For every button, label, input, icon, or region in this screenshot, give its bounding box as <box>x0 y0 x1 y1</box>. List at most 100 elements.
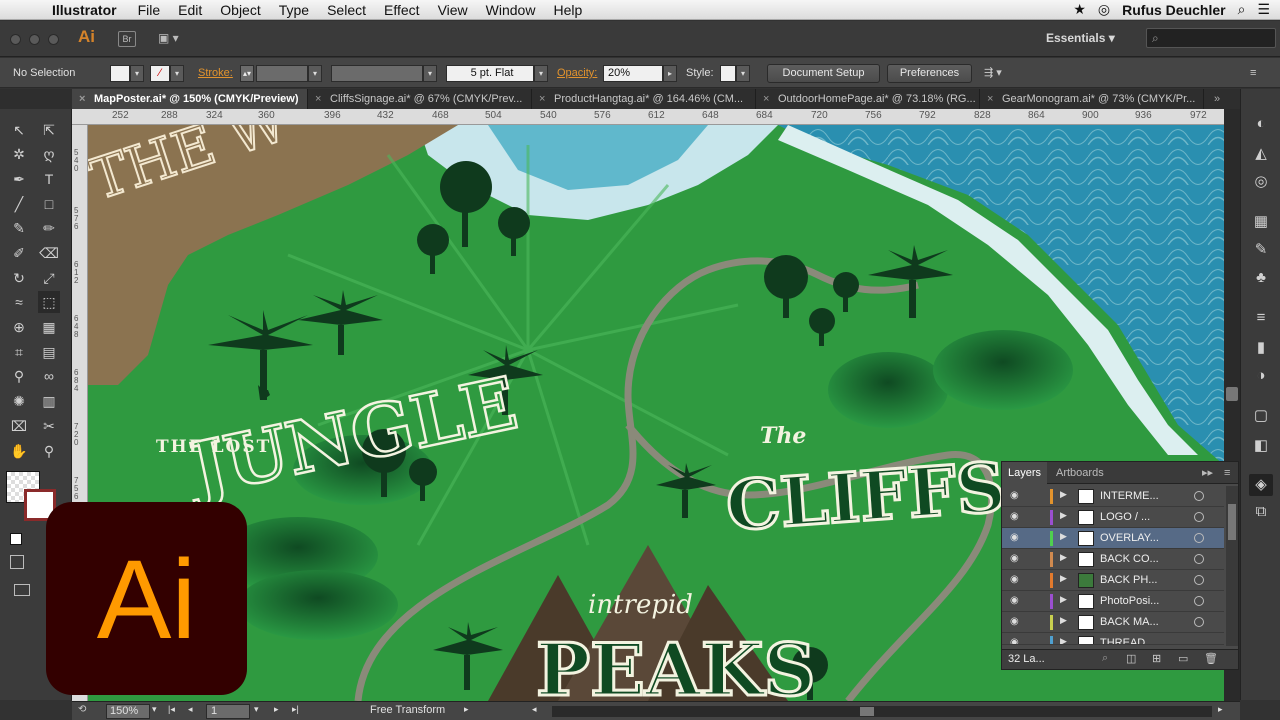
visibility-eye-icon[interactable]: ◉ <box>1010 532 1024 543</box>
menu-app-name[interactable]: Illustrator <box>42 2 129 18</box>
color-guide-icon[interactable]: ◭ <box>1249 143 1273 165</box>
stroke-weight-dropdown[interactable]: ▾ <box>308 65 322 82</box>
artboard-tool-icon[interactable]: ⌧ <box>8 415 30 437</box>
opacity-input[interactable]: 20% <box>603 65 663 82</box>
expand-triangle-icon[interactable]: ▶ <box>1060 594 1067 605</box>
brushes-panel-icon[interactable]: ✎ <box>1249 239 1273 261</box>
status-menu-icon[interactable]: ▸ <box>464 704 469 715</box>
zoom-window-button[interactable] <box>48 34 59 45</box>
scale-tool-icon[interactable]: ⤢ <box>38 267 60 289</box>
tab-artboards[interactable]: Artboards <box>1050 462 1110 484</box>
fill-dropdown[interactable]: ▾ <box>130 65 144 82</box>
expand-triangle-icon[interactable]: ▶ <box>1060 552 1067 563</box>
appearance-panel-icon[interactable]: ▢ <box>1249 405 1273 427</box>
close-tab-icon[interactable]: × <box>987 89 993 109</box>
current-tool-status[interactable]: Free Transform <box>370 704 445 716</box>
minimize-window-button[interactable] <box>29 34 40 45</box>
create-sublayer-icon[interactable]: ⊞ <box>1152 652 1161 665</box>
layer-row[interactable]: ◉ ▶ BACK CO... <box>1002 549 1224 570</box>
menu-effect[interactable]: Effect <box>375 2 429 18</box>
artboard-dropdown-icon[interactable]: ▾ <box>254 704 259 715</box>
scroll-left-icon[interactable]: ◂ <box>532 704 537 715</box>
tab-producthangtag[interactable]: × ProductHangtag.ai* @ 164.46% (CM... <box>532 89 756 109</box>
stroke-weight-stepper[interactable]: ▴▾ <box>240 65 254 82</box>
eyedropper-tool-icon[interactable]: ⚲ <box>8 365 30 387</box>
layer-row[interactable]: ◉ ▶ INTERME... <box>1002 486 1224 507</box>
menu-object[interactable]: Object <box>211 2 269 18</box>
stroke-dropdown[interactable]: ▾ <box>170 65 184 82</box>
menu-window[interactable]: Window <box>477 2 545 18</box>
style-dropdown[interactable]: ▾ <box>736 65 750 82</box>
spotlight-search-icon[interactable]: ⌕ <box>1238 1 1246 18</box>
previous-artboard-icon[interactable]: ◂ <box>188 704 193 715</box>
stroke-label[interactable]: Stroke: <box>198 64 233 82</box>
layer-name[interactable]: BACK MA... <box>1100 612 1159 633</box>
fill-swatch[interactable] <box>110 65 130 82</box>
menu-type[interactable]: Type <box>270 2 318 18</box>
expand-triangle-icon[interactable]: ▶ <box>1060 510 1067 521</box>
brush-definition[interactable]: 5 pt. Flat <box>446 65 534 82</box>
collapse-panel-icon[interactable]: ▸▸ <box>1196 462 1219 484</box>
panel-options-icon[interactable]: ≡ <box>1218 462 1236 484</box>
type-tool-icon[interactable]: T <box>38 168 60 190</box>
magic-wand-tool-icon[interactable]: ✲ <box>8 143 30 165</box>
user-name[interactable]: Rufus Deuchler <box>1122 2 1225 18</box>
expand-triangle-icon[interactable]: ▶ <box>1060 615 1067 626</box>
visibility-eye-icon[interactable]: ◉ <box>1010 511 1024 522</box>
tab-layers[interactable]: Layers <box>1002 462 1048 484</box>
layers-scroll-thumb[interactable] <box>1228 504 1236 540</box>
layer-name[interactable]: OVERLAY... <box>1100 528 1159 549</box>
layers-panel-icon[interactable]: ◈ <box>1249 474 1273 496</box>
layer-row[interactable]: ◉ ▶ LOGO / ... <box>1002 507 1224 528</box>
mesh-tool-icon[interactable]: ⌗ <box>8 341 30 363</box>
opacity-dropdown[interactable]: ▸ <box>663 65 677 82</box>
profile-dropdown[interactable]: ▾ <box>423 65 437 82</box>
layer-name[interactable]: BACK CO... <box>1100 549 1159 570</box>
tab-mapposter[interactable]: × MapPoster.ai* @ 150% (CMYK/Preview) <box>72 89 308 109</box>
layer-name[interactable]: INTERME... <box>1100 486 1159 507</box>
eraser-tool-icon[interactable]: ⌫ <box>38 242 60 264</box>
layer-name[interactable]: PhotoPosi... <box>1100 591 1159 612</box>
menu-edit[interactable]: Edit <box>169 2 211 18</box>
layer-row[interactable]: ◉ ▶ BACK MA... <box>1002 612 1224 633</box>
width-tool-icon[interactable]: ≈ <box>8 291 30 313</box>
expand-triangle-icon[interactable]: ▶ <box>1060 573 1067 584</box>
gradient-panel-icon[interactable]: ▮ <box>1249 337 1273 359</box>
horizontal-scrollbar[interactable] <box>552 706 1212 717</box>
help-search-input[interactable]: ⌕ <box>1146 28 1276 48</box>
arrange-icon[interactable]: ⇶ ▾ <box>984 64 1002 82</box>
zoom-dropdown-icon[interactable]: ▾ <box>152 704 157 715</box>
swatches-panel-icon[interactable]: ▦ <box>1249 211 1273 233</box>
artboards-panel-icon[interactable]: ⧉ <box>1249 501 1273 523</box>
layer-row[interactable]: ◉ ▶ THREAD <box>1002 633 1224 645</box>
visibility-eye-icon[interactable]: ◉ <box>1010 595 1024 606</box>
slice-tool-icon[interactable]: ✂ <box>38 415 60 437</box>
target-circle-icon[interactable] <box>1194 512 1204 522</box>
cc-libraries-icon[interactable]: ◎ <box>1249 171 1273 193</box>
graphic-styles-icon[interactable]: ◧ <box>1249 435 1273 457</box>
target-circle-icon[interactable] <box>1194 554 1204 564</box>
close-window-button[interactable] <box>10 34 21 45</box>
preferences-button[interactable]: Preferences <box>887 64 972 83</box>
locate-object-icon[interactable]: ⌕ <box>1102 652 1108 665</box>
close-tab-icon[interactable]: × <box>539 89 545 109</box>
screen-mode-icon[interactable] <box>14 584 30 596</box>
menu-select[interactable]: Select <box>318 2 375 18</box>
brush-dropdown[interactable]: ▾ <box>534 65 548 82</box>
first-artboard-icon[interactable]: |◂ <box>168 704 175 715</box>
color-panel-icon[interactable]: ◐ <box>1249 113 1273 135</box>
layer-row-selected[interactable]: ◉ ▶ OVERLAY... <box>1002 528 1224 549</box>
rotate-tool-icon[interactable]: ↻ <box>8 267 30 289</box>
target-circle-icon[interactable] <box>1194 491 1204 501</box>
direct-selection-tool-icon[interactable]: ⇱ <box>38 119 60 141</box>
blob-brush-tool-icon[interactable]: ✐ <box>8 242 30 264</box>
layer-name[interactable]: BACK PH... <box>1100 570 1157 591</box>
expand-triangle-icon[interactable]: ▶ <box>1060 531 1067 542</box>
target-circle-icon[interactable] <box>1194 575 1204 585</box>
paintbrush-tool-icon[interactable]: ✎ <box>8 217 30 239</box>
list-menu-icon[interactable]: ☰ <box>1257 1 1270 18</box>
variable-width-profile[interactable] <box>331 65 423 82</box>
free-transform-tool-icon[interactable]: ⬚ <box>38 291 60 313</box>
tab-cliffssignage[interactable]: × CliffsSignage.ai* @ 67% (CMYK/Prev... <box>308 89 532 109</box>
document-setup-button[interactable]: Document Setup <box>767 64 880 83</box>
